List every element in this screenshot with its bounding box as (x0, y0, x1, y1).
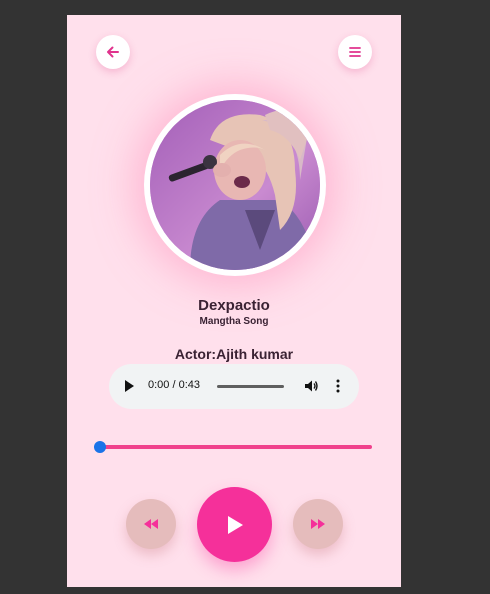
fast-forward-button[interactable] (293, 499, 343, 549)
play-button[interactable] (197, 487, 272, 562)
audio-player: 0:00 / 0:43 (109, 364, 359, 409)
hamburger-menu-icon (349, 47, 361, 57)
audio-seek-bar[interactable] (217, 385, 284, 388)
back-button[interactable] (96, 35, 130, 69)
rewind-icon (144, 519, 158, 529)
progress-track (100, 445, 372, 449)
audio-time: 0:00 / 0:43 (148, 379, 200, 391)
rewind-button[interactable] (126, 499, 176, 549)
song-title: Dexpactio (198, 297, 270, 314)
song-actor: Actor:Ajith kumar (174, 346, 294, 362)
music-player-screen: Dexpactio Mangtha Song Actor:Ajith kumar… (67, 15, 401, 587)
arrow-left-icon (107, 46, 119, 58)
play-icon (227, 515, 243, 534)
album-cover (150, 100, 320, 270)
play-icon[interactable] (125, 380, 134, 392)
singer-image (150, 100, 320, 270)
more-vertical-icon[interactable] (332, 378, 344, 394)
progress-thumb[interactable] (94, 441, 106, 453)
album-cover-frame (144, 94, 326, 276)
menu-button[interactable] (338, 35, 372, 69)
fast-forward-icon (311, 519, 325, 529)
song-subtitle: Mangtha Song (199, 316, 269, 327)
volume-icon[interactable] (304, 379, 319, 393)
song-progress-slider[interactable] (94, 441, 372, 453)
